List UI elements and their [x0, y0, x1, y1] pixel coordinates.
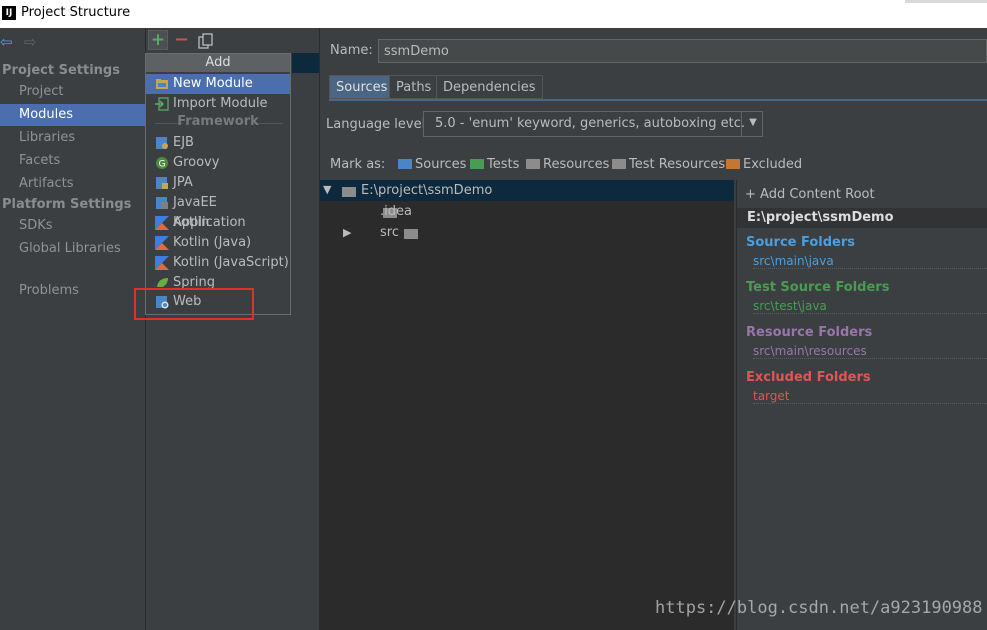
- add-popup-header: Add: [146, 54, 290, 72]
- content-root-path: E:\project\ssmDemo: [737, 208, 987, 228]
- mark-resources-label: Resources: [543, 157, 610, 172]
- sidebar-item-artifacts[interactable]: Artifacts: [0, 173, 145, 195]
- test-source-folder-path[interactable]: src\test\java: [753, 299, 987, 314]
- section-platform-settings: Platform Settings: [2, 197, 132, 212]
- tab-sources[interactable]: Sources: [329, 75, 395, 99]
- tests-folder-icon: [470, 159, 484, 169]
- groovy-icon: G: [155, 156, 169, 170]
- mark-test-resources-button[interactable]: Test Resources: [612, 157, 725, 172]
- tree-item-idea[interactable]: .idea: [380, 204, 412, 219]
- tab-dependencies[interactable]: Dependencies: [436, 75, 543, 99]
- section-project-settings: Project Settings: [2, 63, 120, 78]
- intellij-app-icon: IJ: [2, 6, 16, 20]
- javaee-icon: [155, 196, 169, 210]
- folder-icon: [404, 229, 419, 239]
- sidebar-item-facets[interactable]: Facets: [0, 150, 145, 172]
- module-folder-icon: [155, 77, 169, 91]
- source-folders-title: Source Folders: [746, 235, 856, 250]
- web-highlight-annotation: [134, 288, 254, 320]
- sidebar-item-libraries[interactable]: Libraries: [0, 127, 145, 149]
- mark-resources-button[interactable]: Resources: [526, 157, 609, 172]
- sidebar-item-problems[interactable]: Problems: [0, 280, 145, 302]
- language-level-label: Language level:: [326, 117, 430, 132]
- ejb-icon: [155, 136, 169, 150]
- name-label: Name:: [330, 43, 373, 58]
- folder-tree: [320, 180, 734, 630]
- excluded-folders-title: Excluded Folders: [746, 370, 871, 385]
- language-level-select[interactable]: 5.0 - 'enum' keyword, generics, autoboxi…: [423, 111, 763, 137]
- forward-arrow-icon[interactable]: ⇨: [24, 34, 37, 50]
- add-button[interactable]: +: [148, 30, 168, 50]
- mark-tests-button[interactable]: Tests: [470, 157, 519, 172]
- mark-test-resources-label: Test Resources: [629, 157, 726, 172]
- sources-folder-icon: [398, 159, 412, 169]
- title-bar: [0, 0, 987, 28]
- mark-sources-button[interactable]: Sources: [398, 157, 466, 172]
- tab-underline: [329, 99, 987, 101]
- spring-icon: [155, 276, 169, 287]
- sidebar-item-sdks[interactable]: SDKs: [0, 215, 145, 237]
- mark-excluded-button[interactable]: Excluded: [726, 157, 802, 172]
- kotlin-icon: [155, 216, 169, 230]
- folder-icon: [342, 187, 356, 197]
- watermark: https://blog.csdn.net/a923190988: [655, 598, 983, 618]
- source-folder-path[interactable]: src\main\java: [753, 254, 987, 269]
- mark-excluded-label: Excluded: [743, 157, 803, 172]
- framework-header: Framework: [177, 114, 259, 129]
- remove-button[interactable]: −: [174, 30, 189, 50]
- excluded-folder-path[interactable]: target: [753, 389, 987, 404]
- tab-paths[interactable]: Paths: [389, 75, 439, 99]
- excluded-folder-icon: [726, 159, 740, 169]
- kotlin-icon: [155, 236, 169, 250]
- chevron-down-icon[interactable]: ▼: [741, 111, 764, 137]
- mark-as-label: Mark as:: [330, 157, 386, 172]
- kotlin-icon: [155, 256, 169, 270]
- copy-icon[interactable]: [198, 33, 214, 49]
- jpa-icon: [155, 176, 169, 190]
- add-content-root-button[interactable]: + Add Content Root: [745, 187, 875, 202]
- window-title: Project Structure: [21, 5, 131, 20]
- resource-folders-title: Resource Folders: [746, 325, 873, 340]
- module-name-field[interactable]: [378, 39, 987, 63]
- sidebar-item-modules[interactable]: Modules: [0, 104, 145, 126]
- test-source-folders-title: Test Source Folders: [746, 280, 890, 295]
- mark-sources-label: Sources: [415, 157, 467, 172]
- test-resources-folder-icon: [612, 159, 626, 169]
- import-icon: [155, 97, 169, 111]
- resources-folder-icon: [526, 159, 540, 169]
- mark-tests-label: Tests: [487, 157, 520, 172]
- tree-collapse-icon[interactable]: ▶: [343, 226, 351, 239]
- module-list-selected-row[interactable]: [292, 53, 319, 73]
- tree-root-label: E:\project\ssmDemo: [361, 183, 493, 198]
- tree-item-src[interactable]: src: [380, 225, 399, 240]
- tree-expand-icon[interactable]: ▼: [323, 183, 331, 196]
- sidebar-item-project[interactable]: Project: [0, 81, 145, 103]
- resource-folder-path[interactable]: src\main\resources: [753, 344, 987, 359]
- back-arrow-icon[interactable]: ⇦: [0, 34, 13, 50]
- sidebar-item-global-libraries[interactable]: Global Libraries: [0, 238, 145, 260]
- title-bar-edge: [905, 0, 987, 3]
- svg-text:G: G: [159, 160, 166, 170]
